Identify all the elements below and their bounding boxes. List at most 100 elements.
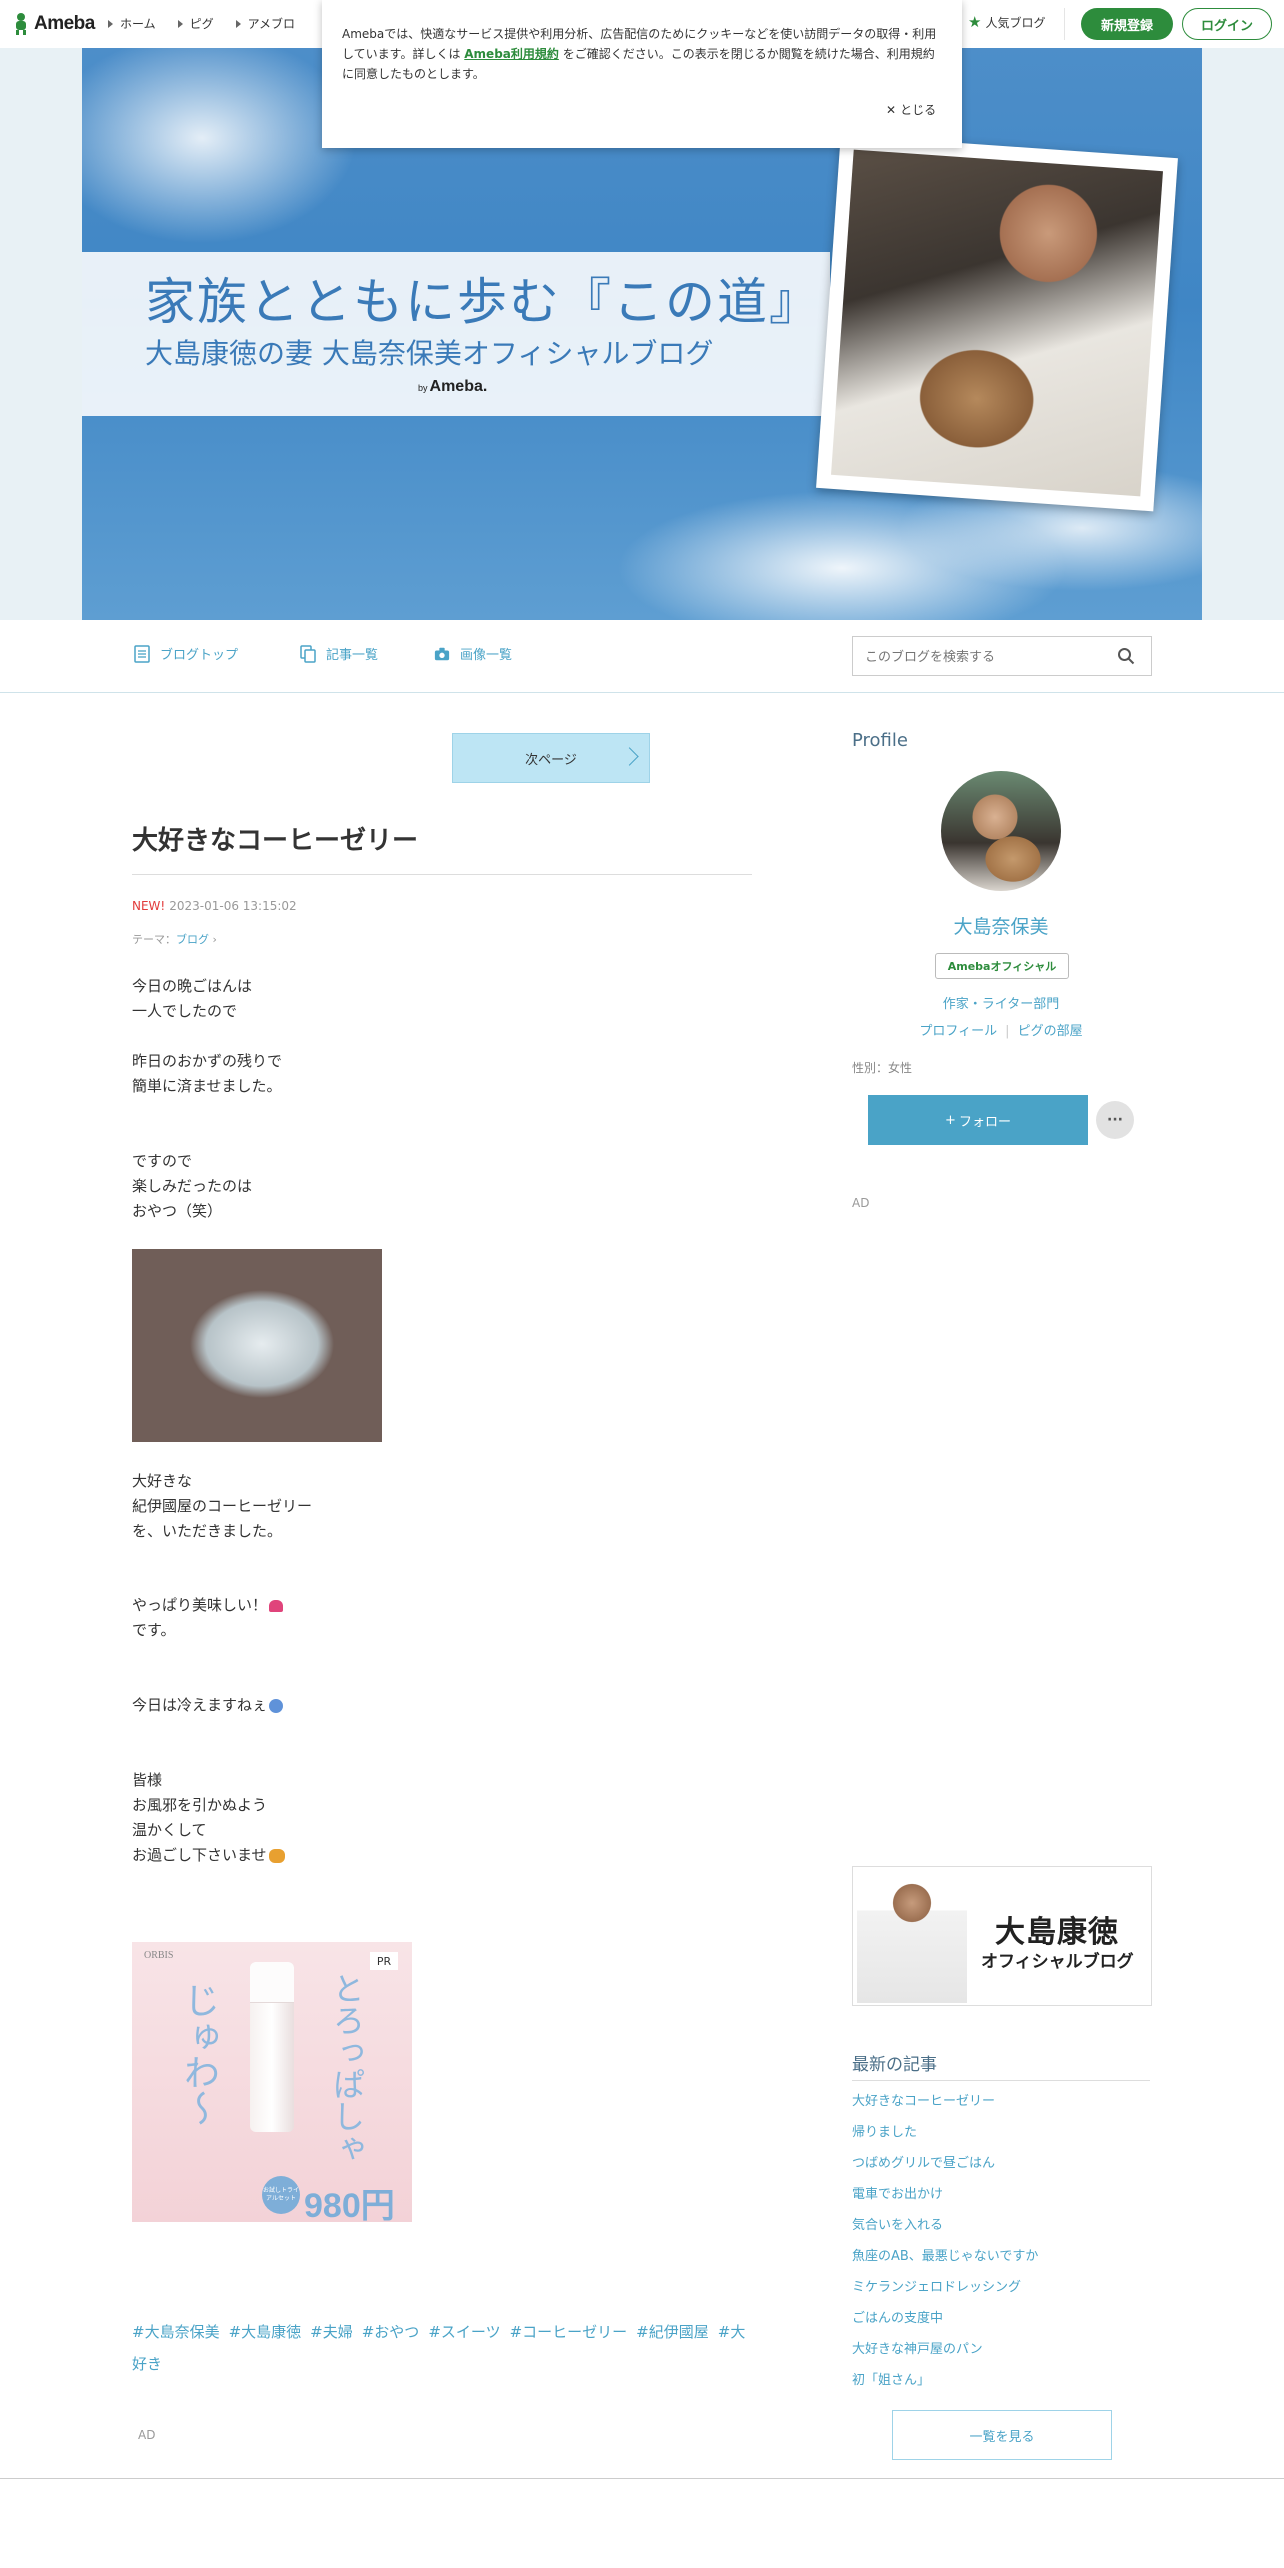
ad-copy: とろっぱしゃ [328, 1972, 366, 2164]
recent-post-link[interactable]: 帰りました [852, 2123, 1038, 2154]
divider [0, 2478, 1284, 2479]
post-title[interactable]: 大好きなコーヒーゼリー [132, 820, 418, 857]
post-paragraph: 今日の晩ごはんは 一人でしたので [132, 977, 253, 1020]
header-photo [816, 134, 1178, 512]
post-paragraph: 大好きな 紀伊國屋のコーヒーゼリー を、いただきました。 [132, 1472, 313, 1540]
terms-link[interactable]: Ameba利用規約 [464, 47, 559, 61]
profile-link[interactable]: プロフィール [919, 1024, 997, 1039]
post-paragraph: ですので 楽しみだったのは おやつ（笑） [132, 1152, 253, 1220]
recent-post-link[interactable]: ミケランジェロドレッシング [852, 2278, 1038, 2309]
profile-links: プロフィール | ピグの部屋 [919, 1024, 1083, 1039]
breadcrumb-home[interactable]: ホーム [108, 15, 156, 32]
chevron-right-icon [620, 747, 639, 766]
recent-post-link[interactable]: 魚座のAB、最悪じゃないですか [852, 2247, 1038, 2278]
profile-heading: Profile [852, 730, 908, 751]
post-paragraph: やっぱり美味しい！ です。 [132, 1593, 284, 1643]
recent-post-link[interactable]: 大好きなコーヒーゼリー [852, 2092, 1038, 2123]
breadcrumb-ameblo[interactable]: アメブロ [235, 15, 295, 32]
follow-button[interactable]: + フォロー [868, 1095, 1088, 1145]
close-icon: ✕ [886, 102, 897, 117]
ameba-logo[interactable]: Ameba [12, 12, 95, 36]
breadcrumb: ホーム ピグ アメブロ [108, 15, 295, 32]
theme-link[interactable]: ブログ › [176, 933, 217, 946]
post-paragraph: 今日は冷えますねぇ [132, 1693, 284, 1718]
camera-icon [434, 647, 450, 660]
recent-post-link[interactable]: ごはんの支度中 [852, 2309, 1038, 2340]
bowing-emoji-icon [268, 1848, 285, 1863]
blog-title[interactable]: 家族とともに歩む『この道』 [145, 262, 821, 334]
chevron-right-icon [235, 19, 241, 28]
banner-photo [857, 1871, 967, 2003]
hashtag-link[interactable]: #おやつ [362, 2323, 420, 2341]
recent-post-link[interactable]: 大好きな神戸屋のパン [852, 2340, 1038, 2371]
profile-category-link[interactable]: 作家・ライター部門 [852, 993, 1150, 1012]
trial-badge: お試しトライアルセット [262, 2176, 300, 2214]
profile-name[interactable]: 大島奈保美 [852, 912, 1150, 939]
divider [132, 874, 752, 875]
pig-room-link[interactable]: ピグの部屋 [1018, 1024, 1083, 1039]
chevron-right-icon [177, 19, 183, 28]
avatar[interactable] [941, 771, 1061, 891]
hashtag-link[interactable]: #紀伊國屋 [636, 2323, 709, 2341]
post-paragraph: 昨日のおかずの残りで 簡単に済ませました。 [132, 1052, 283, 1095]
blog-search [852, 636, 1152, 676]
post-theme: テーマ：ブログ › [132, 933, 217, 946]
breadcrumb-pig[interactable]: ピグ [177, 15, 214, 32]
login-button[interactable]: ログイン [1182, 8, 1272, 40]
recent-post-link[interactable]: 初「姐さん」 [852, 2371, 1038, 2402]
hashtag-link[interactable]: #大島康徳 [229, 2323, 302, 2341]
pr-badge: PR [370, 1952, 398, 1970]
search-input[interactable] [863, 646, 1107, 668]
cookie-message: Amebaでは、快適なサービス提供や利用分析、広告配信のためにクッキーなどを使い… [342, 27, 937, 81]
blog-subtitle: 大島康徳の妻 大島奈保美オフィシャルブログ [145, 337, 714, 370]
more-options-button[interactable]: ··· [1096, 1101, 1134, 1139]
ameba-logo-icon [16, 13, 26, 35]
cookie-close-button[interactable]: ✕ とじる [886, 101, 936, 118]
post-paragraph: 皆様 お風邪を引かぬよう 温かくして お過ごし下さいませ [132, 1768, 285, 1868]
see-all-button[interactable]: 一覧を見る [892, 2410, 1112, 2460]
post-datetime: NEW! 2023-01-06 13:15:02 [132, 899, 297, 913]
nav-article-list[interactable]: 記事一覧 [300, 644, 378, 663]
hashtag-link[interactable]: #夫婦 [310, 2323, 353, 2341]
plus-icon: + [945, 1112, 956, 1128]
orbis-ad-banner[interactable]: ORBIS PR じゅわ〜 とろっぱしゃ お試しトライアルセット 980円 [132, 1942, 412, 2222]
oshima-yasunori-blog-banner[interactable]: 大島康徳 オフィシャルブログ [852, 1866, 1152, 2006]
next-page-button[interactable]: 次ページ [452, 733, 650, 783]
official-badge: Amebaオフィシャル [935, 953, 1069, 979]
ad-brand: ORBIS [144, 1950, 174, 1961]
nav-blog-top[interactable]: ブログトップ [134, 644, 238, 663]
banner-subtitle: オフィシャルブログ [981, 1952, 1134, 1972]
copy-icon [300, 644, 316, 663]
coffee-jelly-photo[interactable] [132, 1249, 382, 1442]
banner-name: 大島康徳 [995, 1915, 1119, 1950]
hashtag-link[interactable]: #スイーツ [428, 2323, 500, 2341]
recent-post-link[interactable]: 電車でお出かけ [852, 2185, 1038, 2216]
new-badge: NEW! [132, 899, 166, 913]
logo-text: Ameba [34, 13, 95, 34]
by-ameba-logo: by Ameba. [418, 378, 488, 395]
popular-blogs-link[interactable]: ★ 人気ブログ [968, 14, 1045, 31]
hashtag-link[interactable]: #大島奈保美 [132, 2323, 220, 2341]
hashtag-link[interactable]: #コーヒーゼリー [510, 2323, 628, 2341]
ad-label: AD [138, 2428, 156, 2442]
recent-posts-heading: 最新の記事 [852, 2055, 937, 2075]
nav-image-list[interactable]: 画像一覧 [434, 644, 512, 663]
recent-post-link[interactable]: 気合いを入れる [852, 2216, 1038, 2247]
heart-emoji-icon [269, 1599, 284, 1612]
hashtag-list: #大島奈保美 #大島康徳 #夫婦 #おやつ #スイーツ #コーヒーゼリー #紀伊國屋 #大好き [132, 2316, 757, 2380]
star-icon: ★ [968, 13, 982, 31]
ad-copy: じゅわ〜 [178, 1982, 219, 2126]
ad-price: 980円 [304, 2187, 395, 2222]
cold-face-emoji-icon [269, 1698, 284, 1713]
recent-posts-list: 大好きなコーヒーゼリー 帰りました つばめグリルで昼ごはん 電車でお出かけ 気合… [852, 2092, 1038, 2402]
document-icon [134, 644, 150, 663]
header-photo-image [831, 149, 1163, 497]
cookie-banner: Amebaでは、快適なサービス提供や利用分析、広告配信のためにクッキーなどを使い… [322, 0, 962, 148]
chevron-right-icon [108, 19, 113, 28]
register-button[interactable]: 新規登録 [1081, 8, 1173, 40]
product-cap [250, 1962, 294, 2003]
search-icon[interactable] [1117, 647, 1135, 665]
recent-post-link[interactable]: つばめグリルで昼ごはん [852, 2154, 1038, 2185]
divider [1064, 8, 1065, 40]
divider [852, 2080, 1150, 2081]
